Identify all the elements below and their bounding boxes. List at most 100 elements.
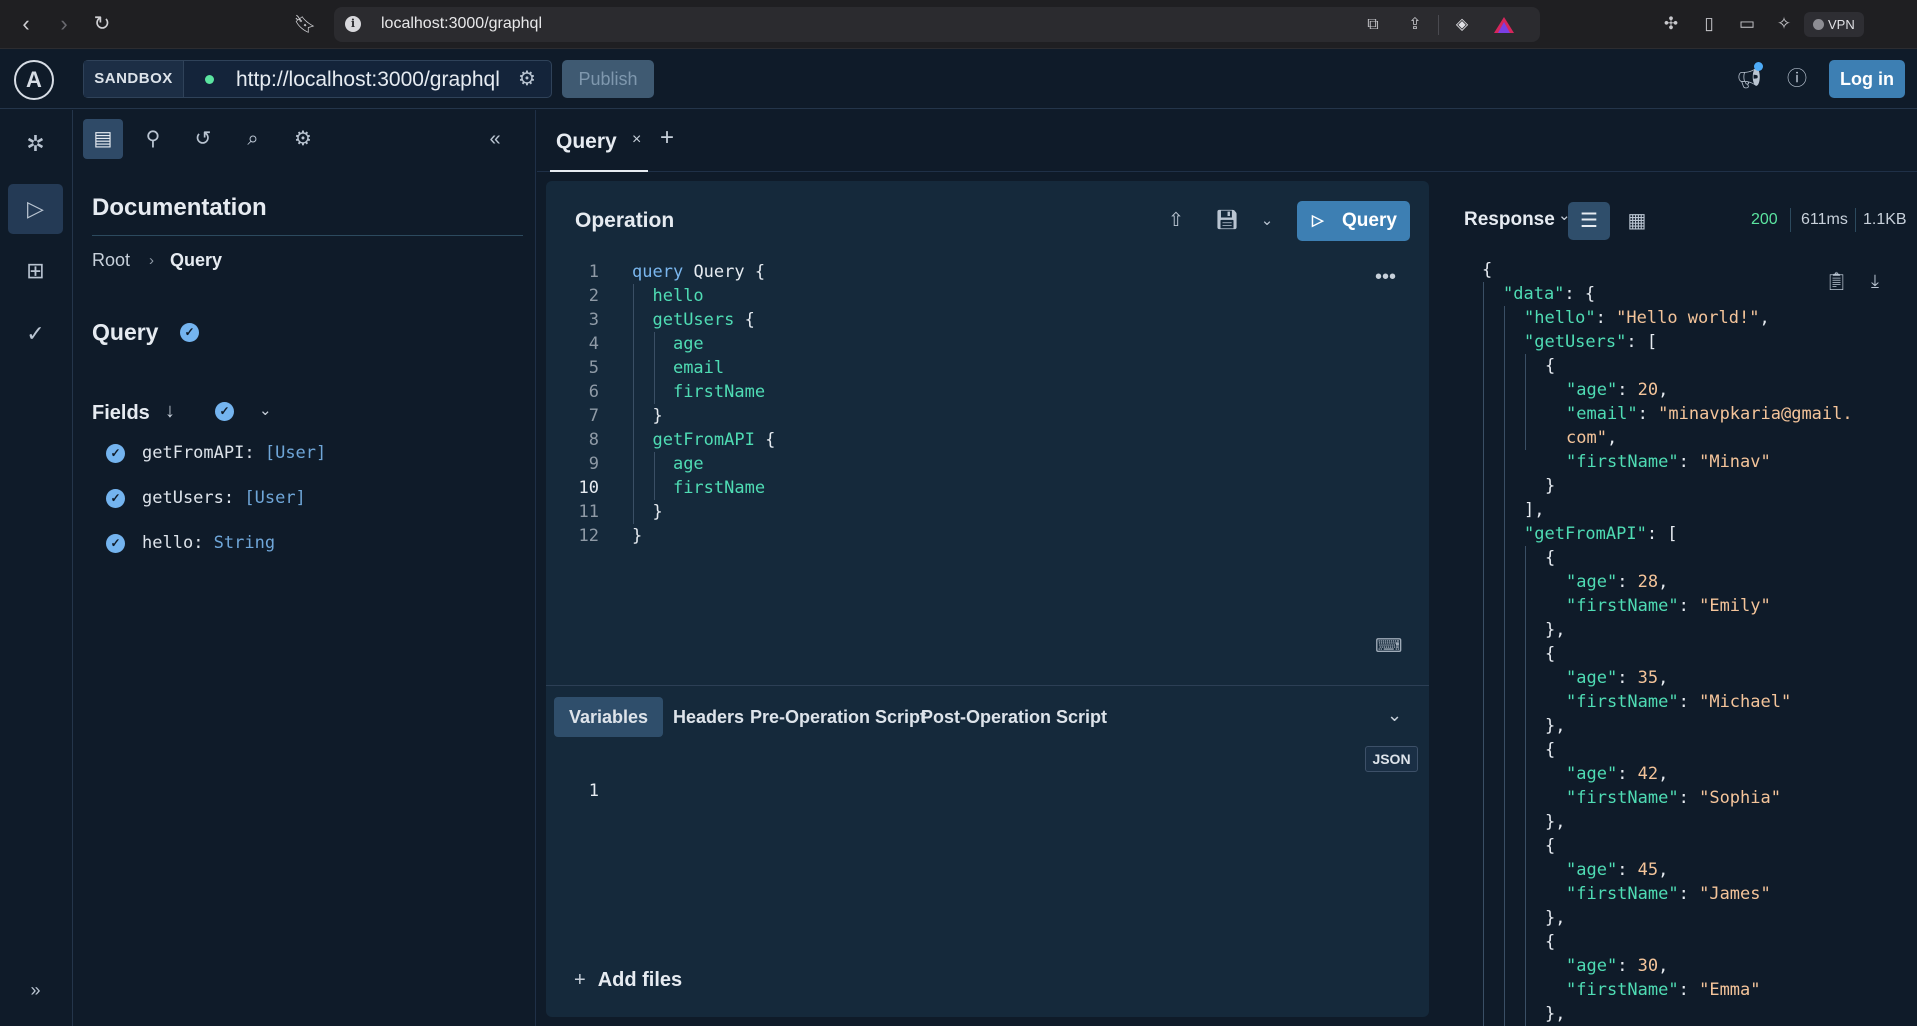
field-check-icon[interactable]: ✓ [106,444,125,463]
code-line[interactable]: 4 age [546,332,1366,356]
code-line[interactable]: 5 email [546,356,1366,380]
history-tab-icon[interactable]: ↺ [183,119,223,159]
collapse-variables-icon[interactable]: ⌄ [1387,705,1402,726]
brave-shield-icon[interactable]: ◈ [1451,14,1473,36]
close-icon[interactable]: × [632,131,641,149]
code-text[interactable]: } [632,524,642,548]
add-files-button[interactable]: + Add files [574,969,682,992]
field-type[interactable]: [User] [265,443,326,463]
field-check-icon[interactable]: ✓ [106,534,125,553]
field-type[interactable]: String [214,533,275,553]
apollo-logo-icon[interactable]: A [14,60,54,100]
field-type[interactable]: [User] [244,488,305,508]
field-check-icon[interactable]: ✓ [106,489,125,508]
json-view-icon[interactable]: ☰ [1568,202,1610,240]
keyboard-shortcuts-icon[interactable]: ⌨ [1375,635,1402,658]
response-json[interactable]: {"data": {"hello": "Hello world!", "getUs… [1430,258,1917,1026]
share-operation-icon[interactable]: ⇧ [1161,206,1191,236]
publish-button[interactable]: Publish [562,60,654,98]
response-title[interactable]: Response [1464,209,1555,231]
json-quote: " [1760,452,1771,472]
code-text[interactable]: firstName [632,476,765,500]
expand-rail-icon[interactable]: » [8,965,63,1015]
code-line[interactable]: 9 age [546,452,1366,476]
save-options-chevron-icon[interactable]: ⌄ [1252,206,1282,236]
site-info-icon[interactable]: i [345,16,361,32]
add-tab-icon[interactable]: + [660,124,674,152]
code-line[interactable]: 7 } [546,404,1366,428]
code-line[interactable]: 11 } [546,500,1366,524]
documentation-tab-icon[interactable]: ▤ [83,119,123,159]
login-button[interactable]: Log in [1829,60,1905,98]
vpn-button[interactable]: VPN [1804,12,1864,37]
json-line: }, [1545,906,1565,930]
schema-diff-icon[interactable]: ⊞ [8,246,63,296]
checks-icon[interactable]: ✓ [8,309,63,359]
leo-ai-icon[interactable]: ✧ [1773,13,1795,35]
explorer-icon[interactable]: ▷ [8,184,63,234]
variables-editor[interactable]: 1 [546,755,626,801]
endpoint-url-input[interactable]: http://localhost:3000/graphql [236,68,504,92]
code-line[interactable]: 10 firstName [546,476,1366,500]
brave-rewards-icon[interactable] [1493,16,1515,34]
code-line[interactable]: 2 hello [546,284,1366,308]
fields-check-icon[interactable]: ✓ [215,402,234,421]
tab-variables[interactable]: Variables [554,697,664,737]
forward-icon[interactable]: › [49,10,79,38]
code-text[interactable]: firstName [632,380,765,404]
json-line: com", [1566,426,1617,450]
code-line[interactable]: 1 query Query { [546,260,1366,284]
select-all-check-icon[interactable]: ✓ [180,323,199,342]
operation-panel: Operation ⇧ 💾︎ ⌄ ▷ Query ••• 1 query Quer… [546,181,1429,1017]
tab-post-operation-script[interactable]: Post-Operation Script [906,697,1122,737]
code-text[interactable]: query Query { [632,260,765,284]
table-view-icon[interactable]: ▦ [1616,202,1658,240]
json-line: "firstName": "Emily" [1566,594,1771,618]
code-line[interactable]: 6 firstName [546,380,1366,404]
address-bar[interactable]: i localhost:3000/graphql ⧉ ⇪ ◈ [334,7,1540,42]
code-text[interactable]: } [632,500,662,524]
editor-split-divider[interactable] [546,685,1429,686]
operation-editor[interactable]: 1 query Query {2 hello 3 getUsers {4 age 5 … [546,260,1366,560]
connection-settings-icon[interactable]: ⚙ [515,67,539,91]
code-line[interactable]: 3 getUsers { [546,308,1366,332]
code-text[interactable]: age [632,332,704,356]
json-format-badge[interactable]: JSON [1365,746,1418,772]
json-punctuation: : [1617,668,1638,688]
code-text[interactable]: } [632,404,662,428]
schema-icon[interactable]: ✲ [8,119,63,169]
sort-arrow-icon[interactable]: ↓ [165,400,175,423]
search-icon[interactable]: ⌕ [233,119,273,159]
code-text[interactable]: getUsers { [632,308,754,332]
wallet-icon[interactable]: ▭ [1736,13,1758,35]
tab-label[interactable]: Query [556,130,617,153]
code-text[interactable]: age [632,452,704,476]
operation-title: Operation [575,209,675,232]
share-icon[interactable]: ⇪ [1404,14,1426,36]
breadcrumb-root[interactable]: Root [92,250,130,271]
code-text[interactable]: hello [632,284,703,308]
run-query-button[interactable]: ▷ Query [1297,201,1410,241]
more-options-icon[interactable]: ••• [1375,266,1396,289]
address-text[interactable]: localhost:3000/graphql [381,15,542,33]
json-quote: " [1760,884,1771,904]
save-icon[interactable]: 💾︎ [1212,206,1242,236]
help-icon[interactable]: ⓘ [1782,64,1812,94]
back-icon[interactable]: ‹ [11,10,41,38]
sidebar-toggle-icon[interactable]: ▯ [1698,13,1720,35]
collapse-panel-icon[interactable]: « [475,119,515,159]
reload-icon[interactable]: ↻ [87,10,117,38]
code-text[interactable]: email [632,356,724,380]
fields-dropdown-icon[interactable]: ⌄ [259,401,272,419]
bookmark-icon[interactable]: 🔖︎ [290,10,320,38]
open-external-icon[interactable]: ⧉ [1362,14,1384,36]
endpoint-selector[interactable]: SANDBOX http://localhost:3000/graphql ⚙ [83,60,552,98]
collections-tab-icon[interactable]: ⚲ [133,119,173,159]
code-line[interactable]: 8 getFromAPI { [546,428,1366,452]
extensions-icon[interactable]: ✣ [1660,13,1682,35]
settings-icon[interactable]: ⚙ [283,119,323,159]
tab-query[interactable]: Query × [550,122,648,172]
code-text[interactable]: getFromAPI { [632,428,775,452]
json-line: "hello": "Hello world!", [1524,306,1770,330]
code-line[interactable]: 12} [546,524,1366,548]
